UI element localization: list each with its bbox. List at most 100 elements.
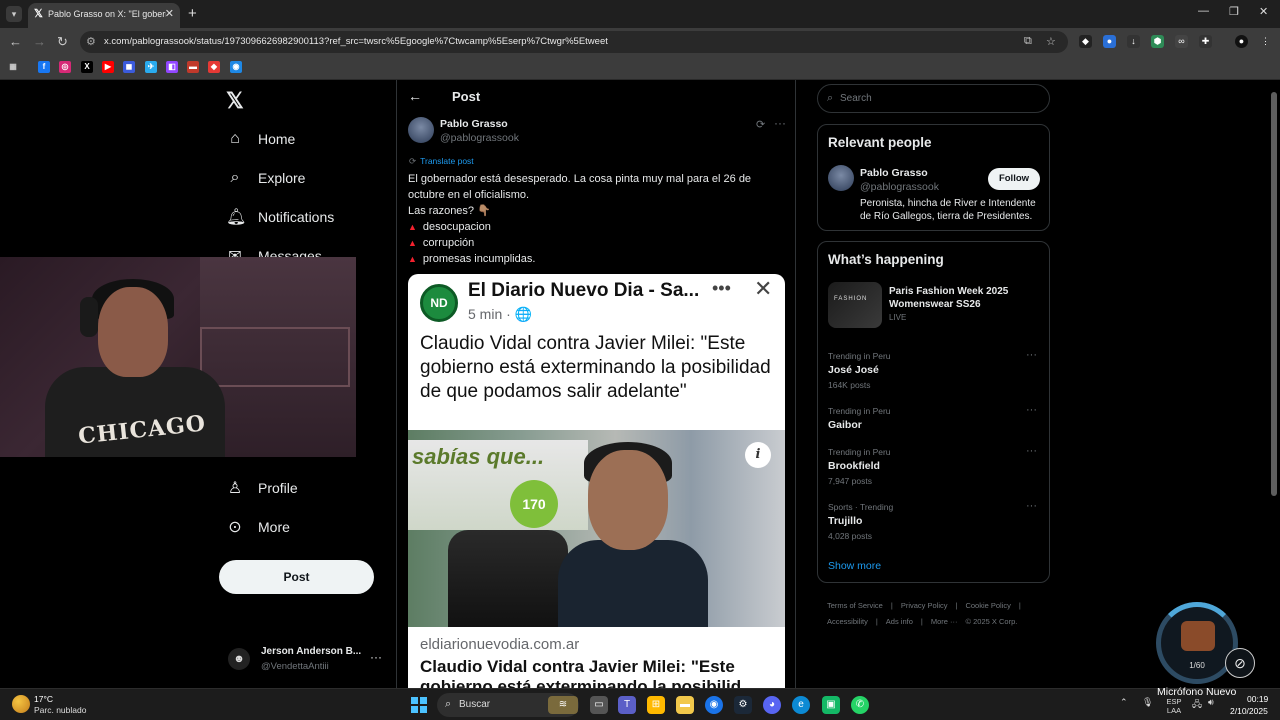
nav-home[interactable]: ⌂ Home: [226, 127, 295, 151]
download-icon[interactable]: ↓: [1127, 35, 1140, 48]
footer-cookie-link[interactable]: Cookie Policy: [965, 601, 1010, 610]
window-close-button[interactable]: ✕: [1259, 5, 1268, 18]
extension-2-icon[interactable]: ●: [1103, 35, 1116, 48]
nav-notifications[interactable]: 🔔︎ Notifications: [226, 205, 334, 229]
restore-button[interactable]: ❐: [1229, 5, 1239, 18]
trend-item[interactable]: Trending in Peru Gaibor ···: [828, 404, 1041, 452]
back-button[interactable]: ←: [9, 34, 22, 49]
translate-post-link[interactable]: ⟳ Translate post: [409, 156, 474, 167]
tab-close-icon[interactable]: ✕: [165, 7, 174, 20]
bookmark-10-icon[interactable]: ◉: [230, 61, 242, 73]
telegram-bookmark-icon[interactable]: ✈: [145, 61, 157, 73]
chrome-icon[interactable]: ◉: [705, 696, 723, 714]
relevant-person-name[interactable]: Pablo Grasso: [860, 167, 928, 179]
forward-button[interactable]: →: [33, 34, 46, 49]
post-header: ← Post: [408, 88, 480, 104]
grok-floating-icon[interactable]: ⊘: [1225, 648, 1255, 678]
url-text[interactable]: x.com/pablograssook/status/1973096626982…: [104, 36, 608, 47]
weather-desc[interactable]: Parc. nublado: [34, 705, 86, 715]
relevant-person-avatar[interactable]: [828, 165, 854, 191]
footer-privacy-link[interactable]: Privacy Policy: [901, 601, 948, 610]
author-avatar[interactable]: [408, 117, 434, 143]
event-thumbnail[interactable]: FASHION: [828, 282, 882, 328]
language-indicator[interactable]: ESP LAA: [1162, 697, 1186, 715]
trend-more-icon[interactable]: ···: [1026, 404, 1037, 416]
search-input[interactable]: ⌕ Search: [817, 84, 1050, 113]
windows-start-icon[interactable]: [411, 697, 427, 713]
file-explorer-icon[interactable]: ▬: [676, 696, 694, 714]
steam-icon[interactable]: ⚙: [734, 696, 752, 714]
address-bar[interactable]: ⚙ x.com/pablograssook/status/19730966269…: [80, 31, 1068, 53]
follow-button[interactable]: Follow: [988, 168, 1040, 190]
clock-time[interactable]: 00:19: [1247, 694, 1268, 704]
compose-post-button[interactable]: Post: [219, 560, 374, 594]
back-arrow-icon[interactable]: ←: [408, 88, 422, 104]
network-icon[interactable]: 🖧︎: [1192, 697, 1202, 713]
discord-icon[interactable]: ◕: [763, 696, 781, 714]
whatsapp-icon[interactable]: ✆: [851, 696, 869, 714]
widgets-icon[interactable]: ≋: [548, 696, 578, 714]
edge-icon[interactable]: e: [792, 696, 810, 714]
install-app-icon[interactable]: ⧉: [1024, 35, 1032, 48]
task-view-icon[interactable]: ▭: [590, 696, 608, 714]
bookmark-5-icon[interactable]: ◼: [123, 61, 135, 73]
post-more-icon[interactable]: ···: [774, 116, 786, 130]
nav-explore[interactable]: ⌕ Explore: [226, 166, 306, 190]
minimize-button[interactable]: —: [1198, 5, 1209, 17]
app-icon[interactable]: ▣: [822, 696, 840, 714]
nav-profile[interactable]: ♙ Profile: [226, 476, 298, 500]
tray-overflow-icon[interactable]: ⌃: [1120, 697, 1128, 708]
weather-temp[interactable]: 17°C: [34, 694, 53, 704]
footer-more-link[interactable]: More ···: [931, 617, 958, 626]
clock-date[interactable]: 2/10/2025: [1230, 706, 1268, 716]
relevant-person-handle[interactable]: @pablograssook: [860, 181, 939, 193]
extension-4-icon[interactable]: ∞: [1175, 35, 1188, 48]
facebook-bookmark-icon[interactable]: f: [38, 61, 50, 73]
search-placeholder: Search: [840, 93, 872, 104]
browser-menu-icon[interactable]: ⋮: [1259, 35, 1272, 48]
extension-3-icon[interactable]: ⬢: [1151, 35, 1164, 48]
grok-icon[interactable]: ⟳: [756, 118, 765, 131]
author-name[interactable]: Pablo Grasso: [440, 118, 508, 130]
profile-avatar-icon[interactable]: ●: [1235, 35, 1248, 48]
trend-item[interactable]: Trending in Peru José José 164K posts ··…: [828, 349, 1041, 397]
tab-search-menu-button[interactable]: ▾: [6, 6, 22, 22]
microphone-icon[interactable]: 🎙︎: [1142, 697, 1153, 708]
footer-terms-link[interactable]: Terms of Service: [827, 601, 883, 610]
extensions-puzzle-icon[interactable]: ✚: [1199, 35, 1212, 48]
trend-item[interactable]: Sports · Trending Trujillo 4,028 posts ·…: [828, 500, 1041, 548]
bookmark-8-icon[interactable]: ▬: [187, 61, 199, 73]
trend-item[interactable]: Trending in Peru Brookfield 7,947 posts …: [828, 445, 1041, 493]
new-tab-button[interactable]: +: [188, 5, 197, 22]
trend-more-icon[interactable]: ···: [1026, 500, 1037, 512]
twitch-bookmark-icon[interactable]: ◧: [166, 61, 178, 73]
page-scrollbar[interactable]: [1271, 92, 1277, 496]
footer-separator: |: [890, 601, 893, 610]
bookmark-star-icon[interactable]: ☆: [1046, 35, 1056, 48]
tweet-media-card[interactable]: ND El Diario Nuevo Dia - Sa... 5 min · 🌐…: [408, 274, 785, 688]
store-icon[interactable]: ⊞: [647, 696, 665, 714]
reload-button[interactable]: ↻: [57, 34, 68, 50]
nav-more[interactable]: ⊙ More: [226, 515, 290, 539]
event-title[interactable]: Paris Fashion Week 2025 Womenswear SS26: [889, 285, 1039, 311]
show-more-link[interactable]: Show more: [828, 560, 881, 572]
teams-icon[interactable]: T: [618, 696, 636, 714]
x-bookmark-icon[interactable]: X: [81, 61, 93, 73]
apps-grid-icon[interactable]: ▦: [7, 61, 19, 73]
x-logo-icon[interactable]: 𝕏: [226, 88, 244, 114]
browser-tab-active[interactable]: 𝕏 Pablo Grasso on X: "El gobernador... ✕: [28, 3, 180, 28]
footer-ads-link[interactable]: Ads info: [886, 617, 913, 626]
instagram-bookmark-icon[interactable]: ◎: [59, 61, 71, 73]
volume-icon[interactable]: 🔊︎: [1208, 697, 1214, 708]
trend-more-icon[interactable]: ···: [1026, 349, 1037, 361]
trend-more-icon[interactable]: ···: [1026, 445, 1037, 457]
site-info-icon[interactable]: ⚙: [86, 35, 96, 48]
account-more-icon[interactable]: ···: [370, 650, 382, 664]
bookmark-9-icon[interactable]: ◆: [208, 61, 220, 73]
account-switcher[interactable]: ☻ Jerson Anderson B... @VendettaAntiii ·…: [228, 640, 388, 680]
footer-accessibility-link[interactable]: Accessibility: [827, 617, 868, 626]
extension-1-icon[interactable]: ◆: [1079, 35, 1092, 48]
author-handle[interactable]: @pablograssook: [440, 132, 519, 144]
weather-icon[interactable]: [12, 695, 30, 713]
youtube-bookmark-icon[interactable]: ▶: [102, 61, 114, 73]
